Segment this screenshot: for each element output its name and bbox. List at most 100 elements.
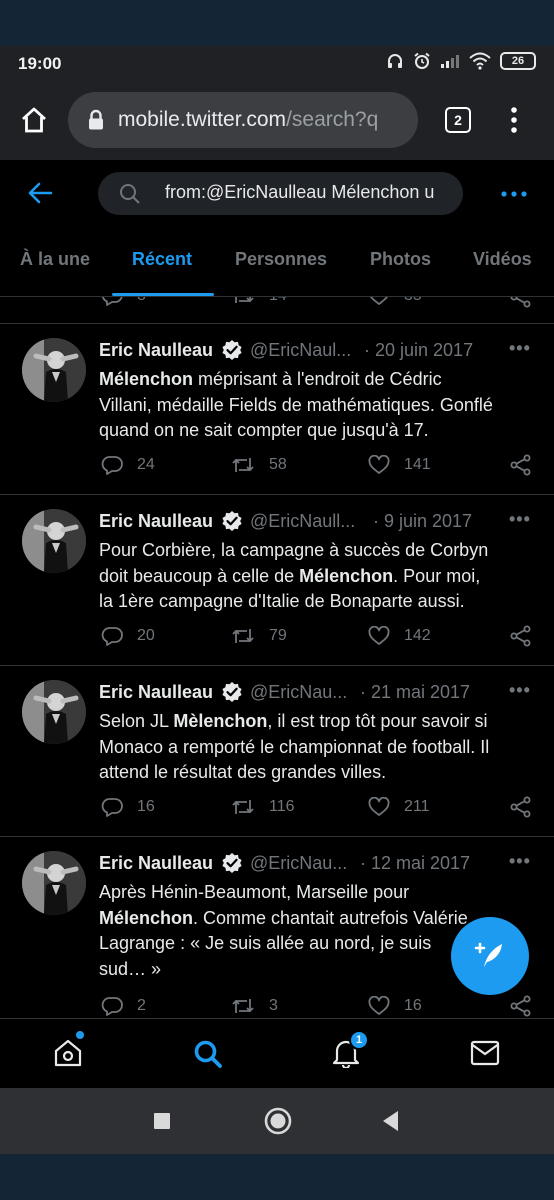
wifi-icon (469, 52, 491, 70)
like-action[interactable]: 211 (368, 797, 430, 817)
tab-switcher-button[interactable]: 2 (445, 107, 471, 133)
retweet-action[interactable]: 3 (231, 996, 278, 1016)
timeline[interactable]: 8 14 35 Eric Naulleau @EricNaul... · 20 … (0, 297, 554, 1018)
tab-top[interactable]: À la une (20, 249, 90, 270)
reply-count: 2 (137, 997, 146, 1014)
retweet-count: 14 (269, 297, 287, 305)
like-count: 35 (404, 297, 422, 305)
more-options-icon[interactable] (500, 184, 528, 204)
tweet-more-icon[interactable]: ••• (509, 680, 531, 701)
tweet-2[interactable]: Eric Naulleau @EricNaull... · 9 juin 201… (0, 495, 554, 666)
lock-icon (87, 109, 105, 131)
search-icon (119, 183, 141, 205)
like-action[interactable]: 142 (368, 626, 431, 646)
retweet-action[interactable]: 79 (231, 626, 287, 646)
reply-count: 20 (137, 627, 155, 644)
tweet-author-name[interactable]: Eric Naulleau (99, 853, 213, 874)
tab-videos[interactable]: Vidéos (473, 249, 532, 270)
home-tab-icon[interactable] (53, 1038, 83, 1068)
browser-menu-icon[interactable] (503, 105, 525, 135)
recent-apps-button[interactable] (153, 1112, 171, 1130)
tweet-date: · 20 juin 2017 (364, 340, 474, 360)
back-arrow-icon[interactable] (27, 180, 53, 206)
share-icon[interactable] (510, 297, 532, 308)
like-count: 142 (404, 627, 431, 644)
headset-icon (386, 52, 404, 70)
avatar[interactable] (22, 338, 86, 402)
reply-action[interactable]: 16 (101, 797, 155, 817)
like-count: 211 (404, 798, 430, 815)
signal-icon (440, 53, 460, 69)
tweet-handle: @EricNau... (250, 853, 348, 873)
retweet-count: 116 (269, 798, 295, 815)
like-action[interactable]: 16 (368, 996, 422, 1016)
tweet-text: Selon JL Mèlenchon, il est trop tôt pour… (99, 711, 490, 782)
tweet-author-name[interactable]: Eric Naulleau (99, 682, 213, 703)
avatar[interactable] (22, 851, 86, 915)
avatar[interactable] (22, 680, 86, 744)
like-count: 16 (404, 997, 422, 1014)
retweet-count: 3 (269, 997, 278, 1014)
reply-action[interactable]: 24 (101, 455, 155, 475)
system-back-button[interactable] (381, 1110, 399, 1132)
reply-action[interactable]: 8 (101, 297, 146, 306)
reply-count: 24 (137, 456, 155, 473)
tweet-date: · 9 juin 2017 (373, 511, 473, 531)
status-icons: 26 (386, 52, 536, 70)
like-action[interactable]: 35 (368, 297, 422, 306)
share-icon[interactable] (510, 625, 532, 647)
tweet-partial[interactable]: 8 14 35 (0, 297, 554, 324)
tweet-more-icon[interactable]: ••• (509, 338, 531, 359)
share-icon[interactable] (510, 454, 532, 476)
url-text: mobile.twitter.com/search?q (118, 108, 379, 131)
search-query: from:@EricNaulleau Mélenchon u (165, 182, 435, 202)
reply-count: 8 (137, 297, 146, 305)
like-action[interactable]: 141 (368, 455, 431, 475)
search-tab-icon[interactable] (193, 1039, 223, 1069)
tweet-handle: @EricNaull... (250, 511, 356, 531)
retweet-action[interactable]: 58 (231, 455, 287, 475)
tweet-more-icon[interactable]: ••• (509, 509, 531, 530)
tweet-date: · 21 mai 2017 (360, 682, 471, 702)
like-count: 141 (404, 456, 431, 473)
top-frame (0, 0, 554, 46)
tweet-author-name[interactable]: Eric Naulleau (99, 511, 213, 532)
tweet-handle: @EricNaul... (250, 340, 352, 360)
retweet-count: 79 (269, 627, 287, 644)
notification-count-badge: 1 (349, 1030, 369, 1050)
share-icon[interactable] (510, 796, 532, 818)
avatar[interactable] (22, 509, 86, 573)
home-icon[interactable] (19, 105, 49, 135)
status-time: 19:00 (18, 54, 62, 73)
tab-latest[interactable]: Récent (132, 249, 192, 270)
verified-badge-icon (221, 852, 243, 874)
share-icon[interactable] (510, 995, 532, 1017)
tab-photos[interactable]: Photos (370, 249, 431, 270)
retweet-count: 58 (269, 456, 287, 473)
verified-badge-icon (221, 510, 243, 532)
tweet-date: · 12 mai 2017 (360, 853, 471, 873)
compose-feather-icon (473, 939, 507, 973)
tweet-text: Pour Corbière, la campagne à succès de C… (99, 540, 489, 611)
alarm-icon (413, 52, 431, 70)
reply-action[interactable]: 20 (101, 626, 155, 646)
retweet-action[interactable]: 116 (231, 797, 295, 817)
home-unread-dot (76, 1031, 84, 1039)
tweet-1[interactable]: Eric Naulleau @EricNaul... · 20 juin 201… (0, 324, 554, 495)
messages-tab-icon[interactable] (470, 1040, 500, 1066)
tweet-handle: @EricNau... (250, 682, 348, 702)
battery-indicator: 26 (500, 52, 536, 70)
reply-action[interactable]: 2 (101, 996, 146, 1016)
tab-people[interactable]: Personnes (235, 249, 327, 270)
system-home-button[interactable] (264, 1107, 292, 1135)
tweet-3[interactable]: Eric Naulleau @EricNau... · 21 mai 2017 … (0, 666, 554, 837)
tweet-more-icon[interactable]: ••• (509, 851, 531, 872)
verified-badge-icon (221, 681, 243, 703)
compose-tweet-button[interactable] (451, 917, 529, 995)
tweet-author-name[interactable]: Eric Naulleau (99, 340, 213, 361)
bottom-frame (0, 1154, 554, 1200)
tweet-text: Mélenchon méprisant à l'endroit de Cédri… (99, 369, 493, 440)
verified-badge-icon (221, 339, 243, 361)
reply-count: 16 (137, 798, 155, 815)
retweet-action[interactable]: 14 (231, 297, 287, 306)
